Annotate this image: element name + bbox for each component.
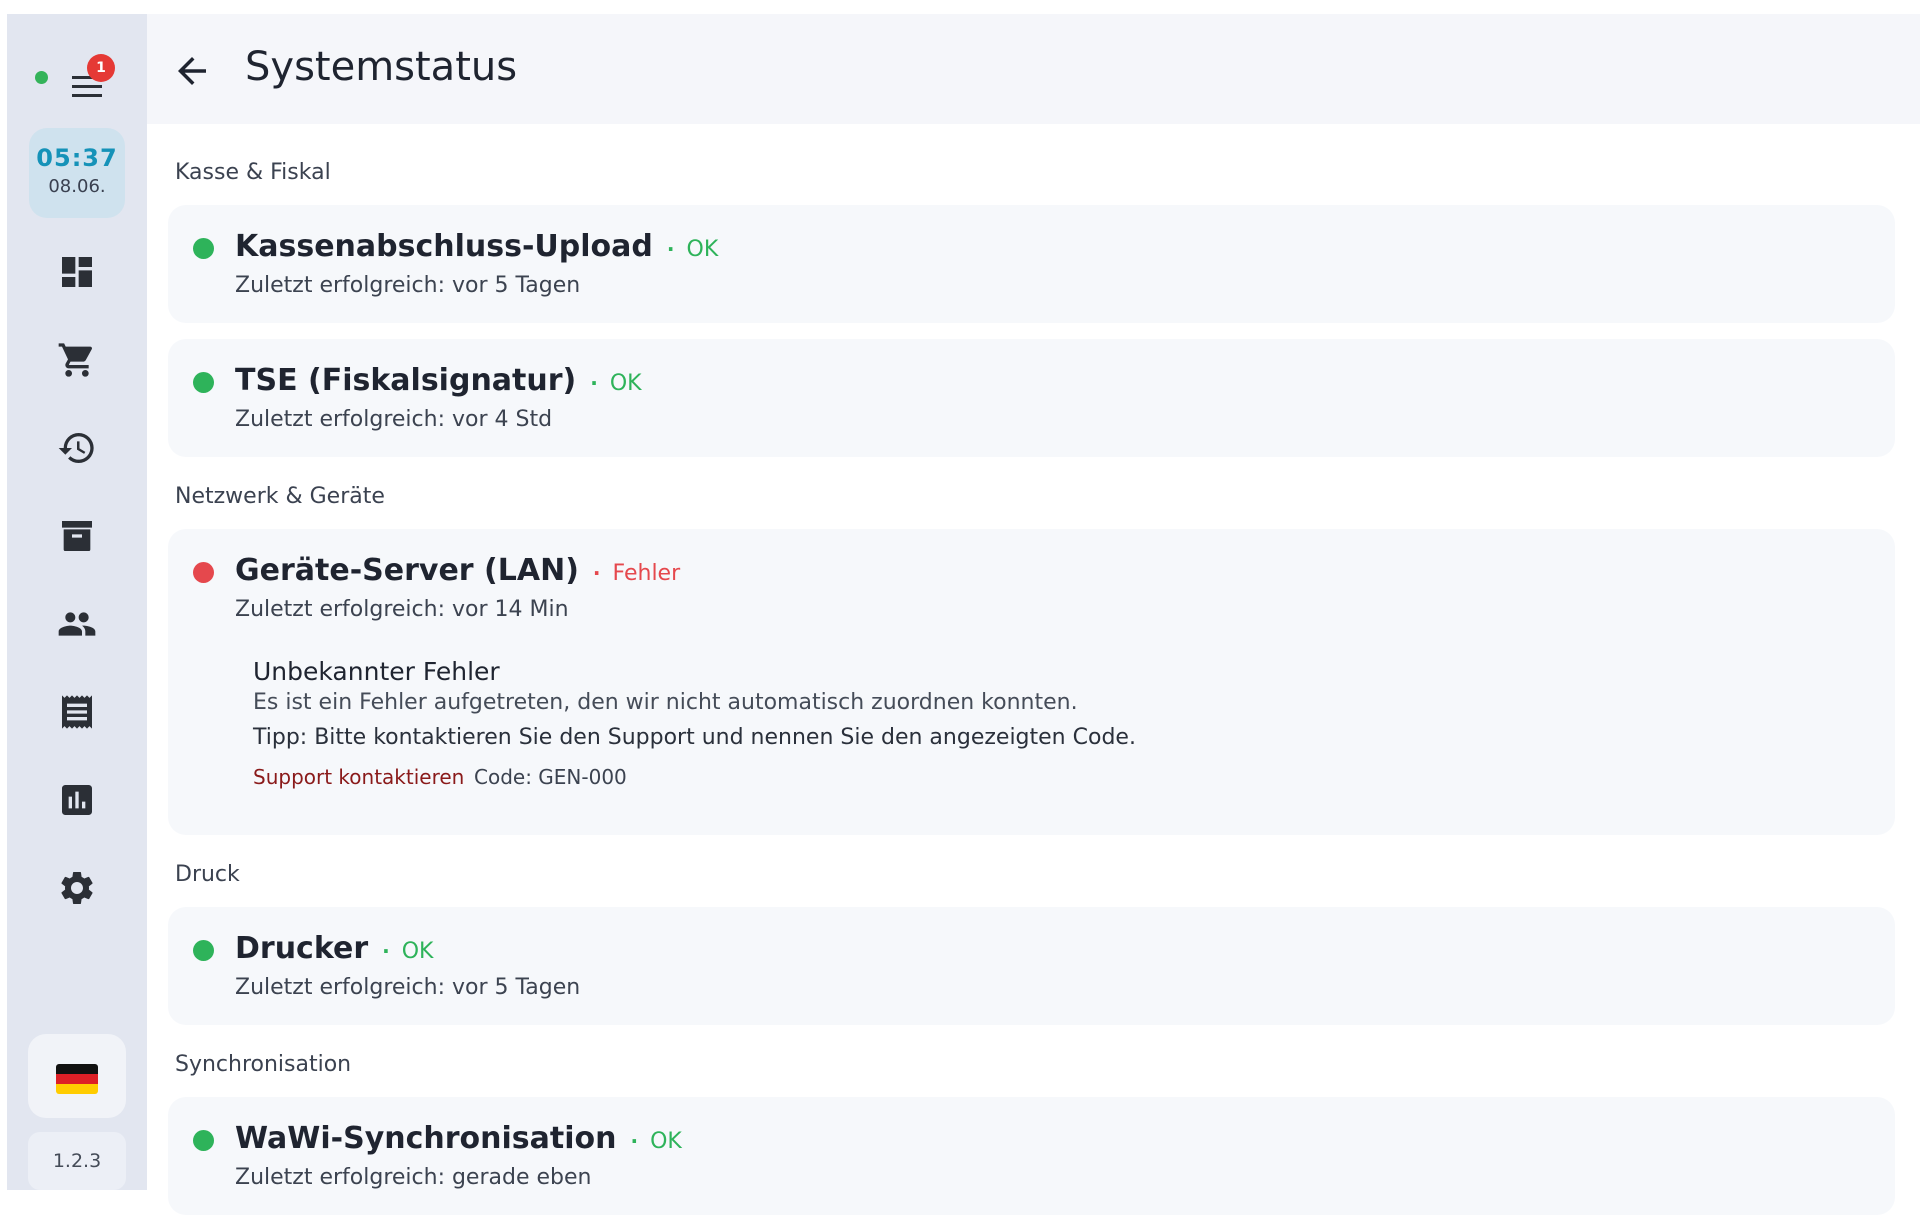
status-label: OK [401, 939, 434, 964]
cart-icon [58, 343, 93, 377]
last-success-text: Zuletzt erfolgreich: vor 5 Tagen [235, 975, 581, 1000]
status-error-dot [193, 562, 214, 583]
status-ok-dot [193, 372, 214, 393]
section-title-synchronisation: Synchronisation [175, 1052, 352, 1077]
status-card-tse: TSE (Fiskalsignatur) · OK Zuletzt erfolgre… [168, 339, 1895, 457]
separator: · [592, 561, 601, 585]
language-button[interactable] [28, 1034, 126, 1118]
people-icon [58, 612, 96, 636]
status-card-title: TSE (Fiskalsignatur) · OK [235, 363, 642, 398]
sidebar: 1 05:37 08.06. 1.2.3 [7, 14, 147, 1190]
dashboard-icon [62, 257, 92, 287]
support-contact-link[interactable]: Support kontaktieren [253, 765, 464, 789]
status-label: OK [686, 237, 719, 262]
last-success-text: Zuletzt erfolgreich: vor 5 Tagen [235, 273, 581, 298]
section-title-netzwerk-geraete: Netzwerk & Geräte [175, 484, 385, 509]
online-status-dot [35, 71, 48, 84]
analytics-icon [62, 785, 92, 815]
clock-widget: 05:37 08.06. [29, 128, 125, 218]
clock-date: 08.06. [48, 176, 106, 197]
de-flag-icon [56, 1064, 98, 1094]
separator: · [382, 939, 390, 963]
archive-icon [62, 521, 92, 551]
status-card-wawi-sync: WaWi-Synchronisation · OK Zuletzt erfolgre… [168, 1097, 1895, 1215]
status-card-geraete-server: Geräte-Server (LAN) · Fehler Zuletzt erfol… [168, 529, 1895, 835]
separator: · [630, 1129, 639, 1153]
service-name: Kassenabschluss-Upload [235, 229, 653, 264]
service-name: Drucker [235, 931, 369, 966]
service-name: TSE (Fiskalsignatur) [235, 363, 577, 398]
app-version: 1.2.3 [28, 1132, 126, 1190]
nav-dashboard[interactable] [47, 242, 107, 302]
nav-analytics[interactable] [47, 770, 107, 830]
section-title-kasse-fiskal: Kasse & Fiskal [175, 160, 331, 185]
status-ok-dot [193, 940, 214, 961]
page-title: Systemstatus [245, 44, 518, 90]
status-label: Fehler [612, 561, 681, 586]
history-icon [58, 433, 94, 463]
error-code: Code: GEN-000 [474, 765, 627, 789]
last-success-text: Zuletzt erfolgreich: vor 14 Min [235, 597, 569, 622]
status-ok-dot [193, 1130, 214, 1151]
separator: · [590, 371, 598, 395]
status-card-title: Drucker · OK [235, 931, 433, 966]
nav-history[interactable] [47, 418, 107, 478]
service-name: WaWi-Synchronisation [235, 1121, 617, 1156]
separator: · [666, 237, 675, 261]
settings-icon [61, 872, 93, 904]
nav-settings[interactable] [47, 858, 107, 918]
nav-cart[interactable] [47, 330, 107, 390]
status-card-kassenabschluss: Kassenabschluss-Upload · OK Zuletzt erfolg… [168, 205, 1895, 323]
receipt-icon [62, 695, 92, 729]
page-header: Systemstatus [147, 14, 1920, 124]
arrow-back-icon [178, 57, 206, 85]
notification-badge: 1 [87, 54, 115, 82]
nav-people[interactable] [47, 594, 107, 654]
status-card-title: WaWi-Synchronisation · OK [235, 1121, 682, 1156]
status-card-title: Kassenabschluss-Upload · OK [235, 229, 718, 264]
last-success-text: Zuletzt erfolgreich: vor 4 Std [235, 407, 553, 432]
section-title-druck: Druck [175, 862, 240, 887]
nav-receipts[interactable] [47, 682, 107, 742]
error-description: Es ist ein Fehler aufgetreten, den wir n… [253, 690, 1078, 715]
service-name: Geräte-Server (LAN) [235, 553, 579, 588]
nav-archive[interactable] [47, 506, 107, 566]
clock-time: 05:37 [36, 144, 118, 172]
error-tip: Tipp: Bitte kontaktieren Sie den Support… [253, 725, 1136, 750]
status-card-drucker: Drucker · OK Zuletzt erfolgreich: vor 5 Ta… [168, 907, 1895, 1025]
error-title: Unbekannter Fehler [253, 657, 500, 686]
last-success-text: Zuletzt erfolgreich: gerade eben [235, 1165, 592, 1190]
status-label: OK [609, 371, 642, 396]
status-label: OK [650, 1129, 682, 1154]
status-card-title: Geräte-Server (LAN) · Fehler [235, 553, 680, 588]
status-ok-dot [193, 238, 214, 259]
back-button[interactable] [171, 50, 213, 92]
